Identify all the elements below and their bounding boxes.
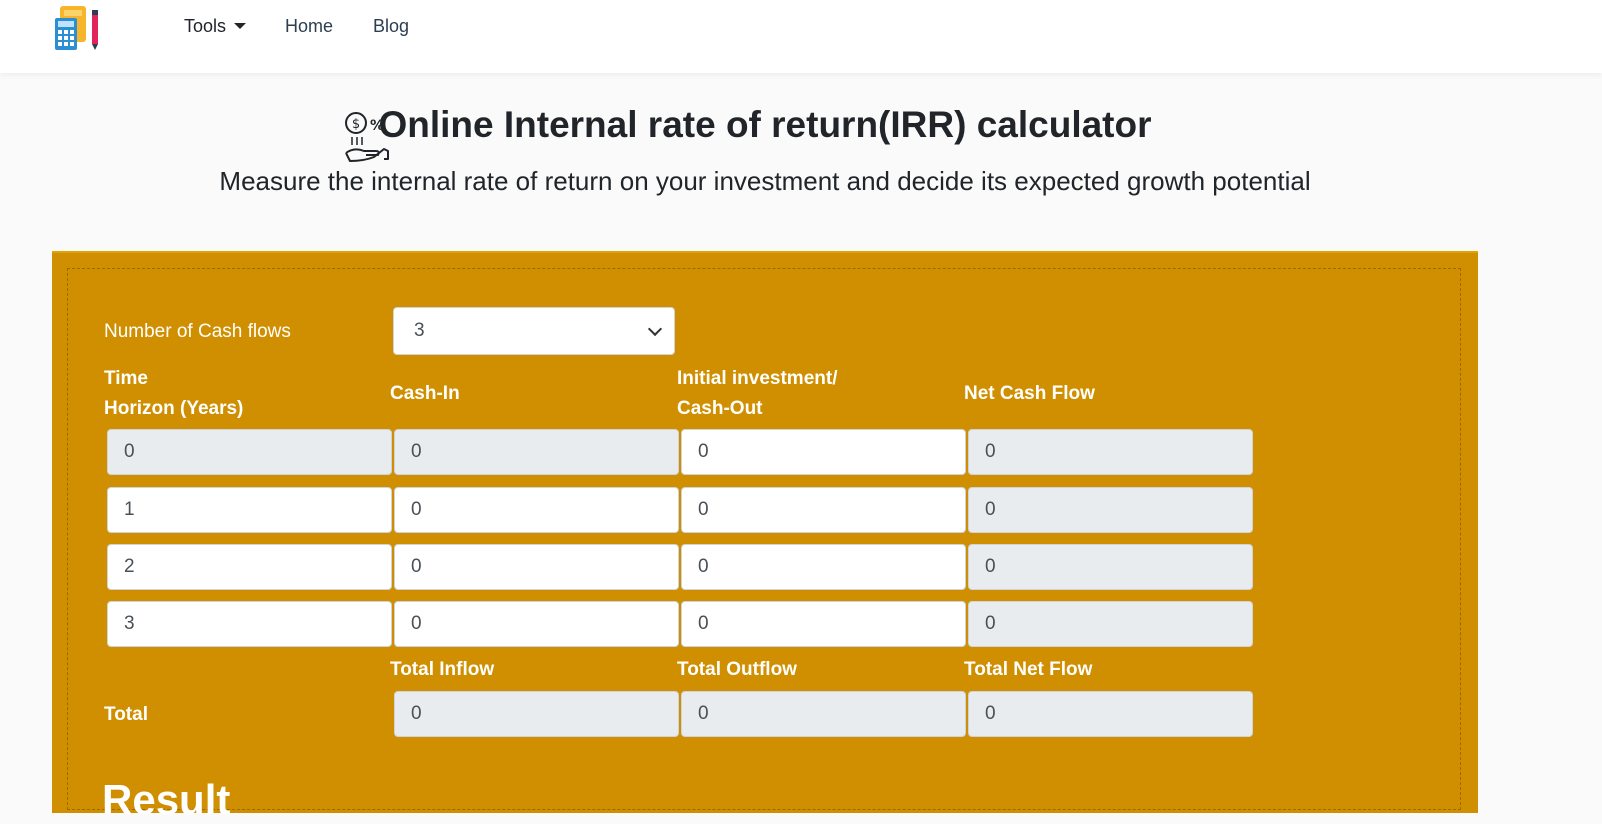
cash-out-field-row-0[interactable]: 0: [681, 429, 966, 475]
tools-dropdown[interactable]: Tools: [184, 16, 247, 37]
cash-flows-select[interactable]: 3: [393, 307, 675, 355]
total-row-label: Total: [104, 704, 148, 725]
tools-label: Tools: [184, 16, 227, 36]
total-net-flow-field[interactable]: 0: [968, 691, 1253, 737]
nav-blog-link[interactable]: Blog: [373, 16, 409, 37]
net-field-row-2[interactable]: 0: [968, 544, 1253, 590]
page-title: Online Internal rate of return(IRR) calc…: [378, 104, 1152, 145]
nav-home-link[interactable]: Home: [285, 16, 333, 37]
page-subtitle: Measure the internal rate of return on y…: [219, 166, 1311, 196]
cash-in-field-row-1[interactable]: 0: [394, 487, 679, 533]
cash-out-field-row-3[interactable]: 0: [681, 601, 966, 647]
result-heading: Result: [102, 776, 231, 823]
total-inflow-field[interactable]: 0: [394, 691, 679, 737]
total-outflow-label: Total Outflow: [677, 659, 797, 680]
total-inflow-label: Total Inflow: [390, 659, 495, 680]
net-field-row-0[interactable]: 0: [968, 429, 1253, 475]
time-field-row-0[interactable]: 0: [107, 429, 392, 475]
col-header-cash-out-line1: Initial investment/: [677, 368, 838, 389]
time-field-row-1[interactable]: 1: [107, 487, 392, 533]
cash-in-field-row-2[interactable]: 0: [394, 544, 679, 590]
col-header-cash-in: Cash-In: [390, 383, 460, 404]
cash-flows-label: Number of Cash flows: [104, 321, 291, 342]
cash-out-field-row-2[interactable]: 0: [681, 544, 966, 590]
col-header-net-cash-flow: Net Cash Flow: [964, 383, 1095, 404]
cash-in-field-row-0[interactable]: 0: [394, 429, 679, 475]
caret-down-icon: [234, 23, 247, 29]
cash-out-field-row-1[interactable]: 0: [681, 487, 966, 533]
time-field-row-2[interactable]: 2: [107, 544, 392, 590]
col-header-cash-out-line2: Cash-Out: [677, 398, 763, 419]
chevron-down-icon: [647, 321, 663, 337]
calculator-logo-icon[interactable]: [54, 4, 102, 52]
net-field-row-3[interactable]: 0: [968, 601, 1253, 647]
time-field-row-3[interactable]: 3: [107, 601, 392, 647]
total-outflow-field[interactable]: 0: [681, 691, 966, 737]
cash-flows-selected-value: 3: [414, 320, 425, 341]
cash-in-field-row-3[interactable]: 0: [394, 601, 679, 647]
col-header-time-line1: Time: [104, 368, 149, 389]
navbar: Tools Home Blog: [0, 0, 1602, 73]
total-net-flow-label: Total Net Flow: [964, 659, 1093, 680]
col-header-time-line2: Horizon (Years): [104, 398, 244, 419]
net-field-row-1[interactable]: 0: [968, 487, 1253, 533]
